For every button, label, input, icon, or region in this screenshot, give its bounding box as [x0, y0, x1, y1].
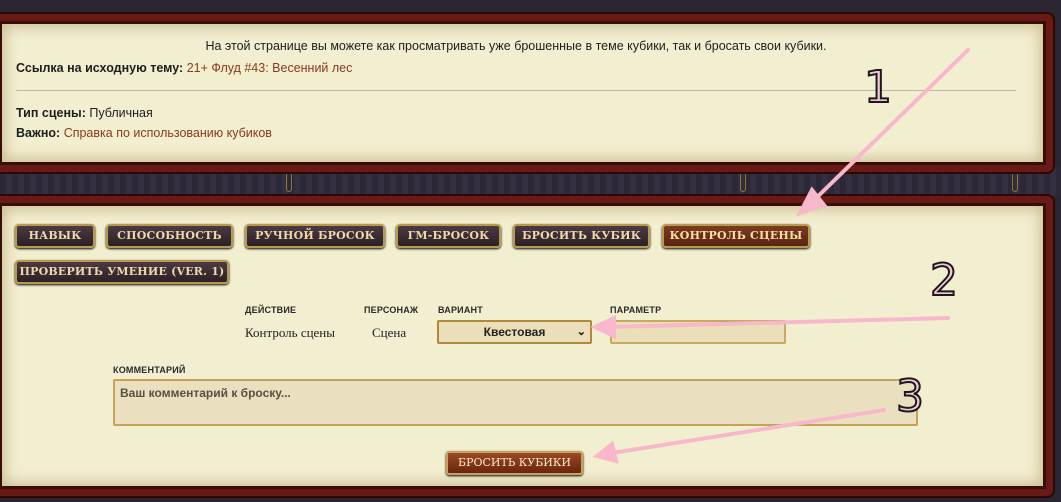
- arrow-3: [610, 408, 886, 455]
- annotation-number-2: 2: [929, 255, 959, 306]
- arrow-2: [608, 316, 950, 329]
- annotation-number-3: 3: [895, 371, 925, 422]
- arrow-3-head: [592, 440, 619, 464]
- annotation-arrows: [590, 48, 970, 464]
- arrow-2-head: [590, 314, 616, 340]
- annotation-number-1: 1: [863, 62, 893, 113]
